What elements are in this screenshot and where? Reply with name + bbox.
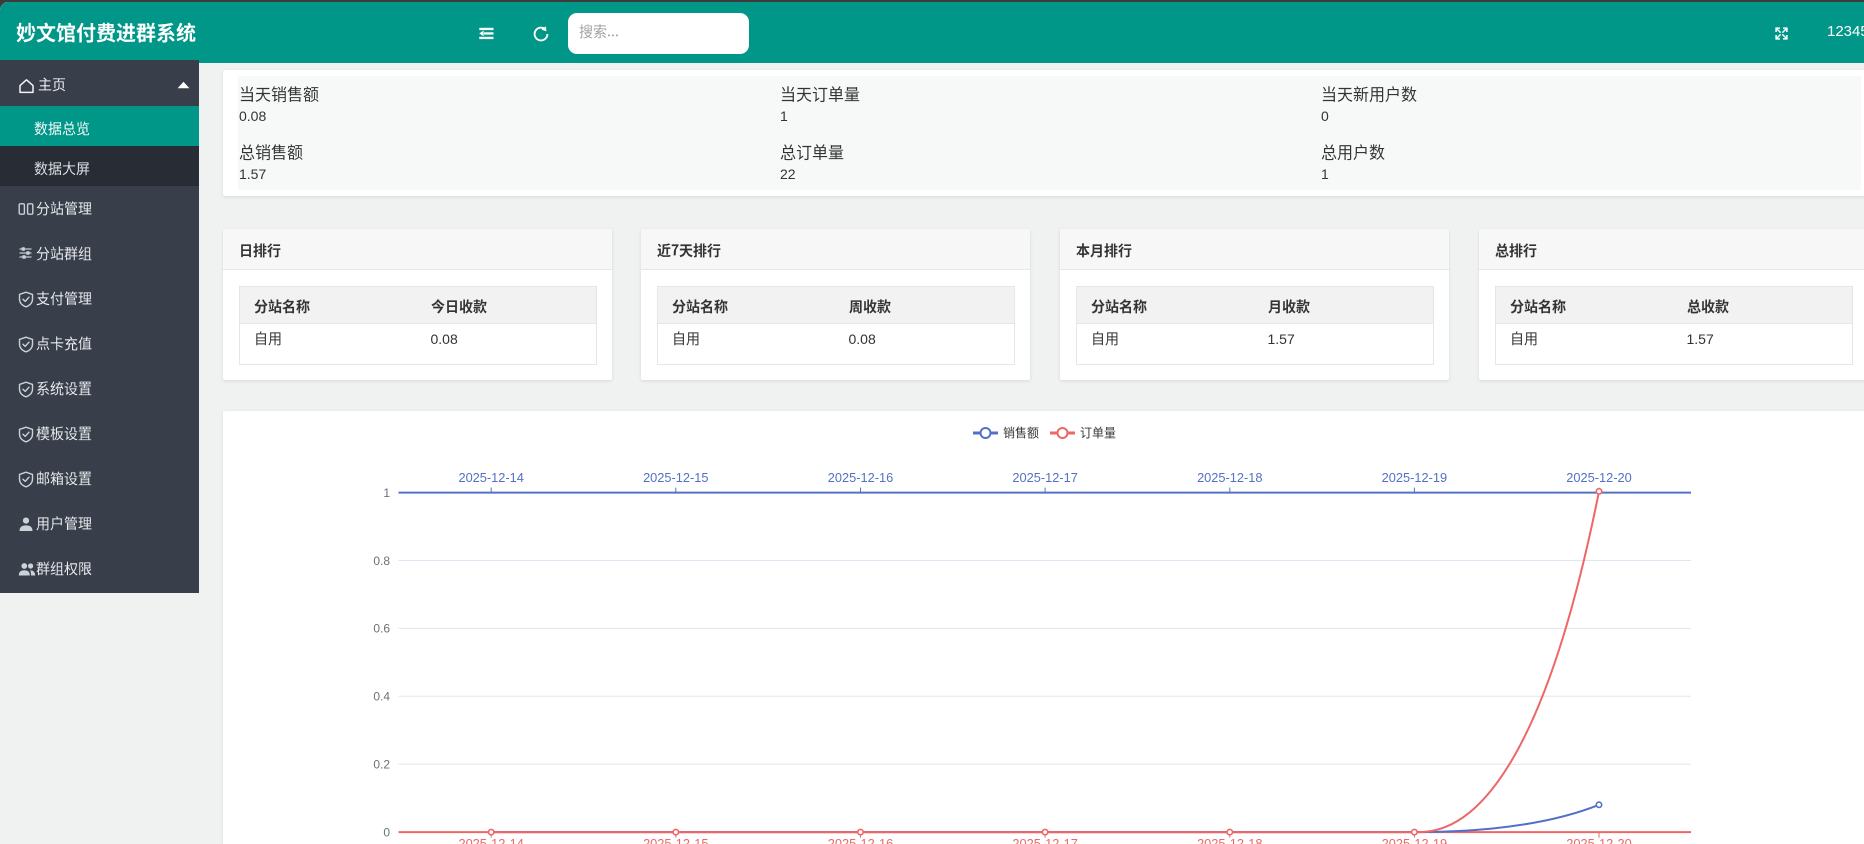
svg-text:0.4: 0.4 (373, 690, 390, 704)
svg-text:0.2: 0.2 (373, 758, 390, 772)
svg-text:2025-12-20: 2025-12-20 (1566, 470, 1631, 485)
svg-text:2025-12-18: 2025-12-18 (1197, 470, 1262, 485)
svg-text:2025-12-18: 2025-12-18 (1197, 836, 1262, 844)
svg-text:1: 1 (383, 486, 390, 500)
svg-text:2025-12-17: 2025-12-17 (1012, 470, 1077, 485)
svg-text:2025-12-15: 2025-12-15 (643, 836, 708, 844)
svg-text:2025-12-19: 2025-12-19 (1382, 836, 1447, 844)
svg-text:2025-12-20: 2025-12-20 (1566, 836, 1631, 844)
svg-text:2025-12-14: 2025-12-14 (458, 836, 523, 844)
svg-text:2025-12-16: 2025-12-16 (828, 470, 893, 485)
svg-text:2025-12-15: 2025-12-15 (643, 470, 708, 485)
svg-text:0.6: 0.6 (373, 622, 390, 636)
svg-text:0: 0 (383, 825, 390, 839)
svg-text:2025-12-16: 2025-12-16 (828, 836, 893, 844)
svg-text:0.8: 0.8 (373, 554, 390, 568)
svg-text:2025-12-14: 2025-12-14 (458, 470, 523, 485)
svg-text:2025-12-19: 2025-12-19 (1382, 470, 1447, 485)
svg-text:2025-12-17: 2025-12-17 (1012, 836, 1077, 844)
